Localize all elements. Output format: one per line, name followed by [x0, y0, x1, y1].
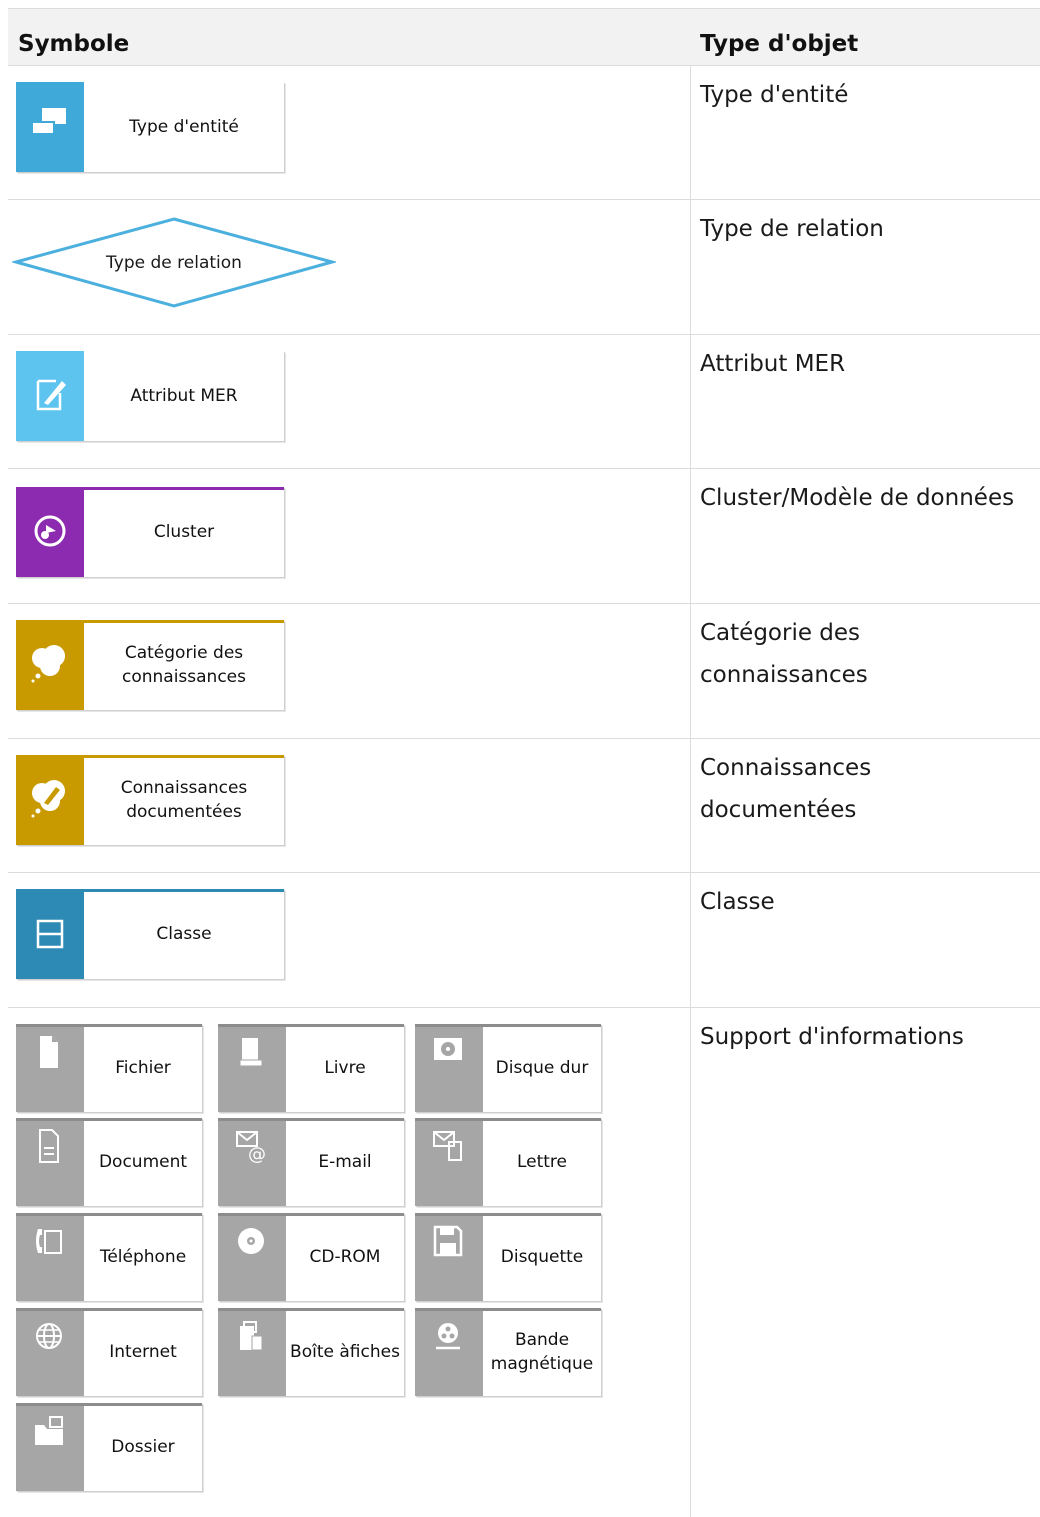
- globe-icon: [36, 1323, 62, 1349]
- table-row: Type de relation Type de relation: [8, 200, 1040, 335]
- attribute-pen-icon: [36, 379, 66, 411]
- email-icon: @: [236, 1131, 266, 1164]
- documented-knowledge-symbol: Connaissances documentées: [16, 755, 284, 845]
- object-type-knowledge-category: Catégorie des connaissances: [700, 620, 868, 688]
- table-row: Attribut MER Attribut MER: [8, 335, 1040, 469]
- information-carrier-symbol: Dossier: [16, 1403, 202, 1491]
- knowledge-category-label: Catégorie des connaissances: [121, 643, 246, 687]
- documented-knowledge-label: Connaissances documentées: [120, 778, 248, 822]
- file-icon: [40, 1036, 58, 1068]
- information-carrier-label: Disque dur: [495, 1058, 589, 1078]
- table-row: Cluster Cluster/Modèle de données: [8, 469, 1040, 604]
- telephone-icon: [36, 1229, 62, 1254]
- information-carrier-symbol: Bande magnétique: [415, 1308, 601, 1396]
- cluster-symbol: Cluster: [16, 487, 284, 577]
- class-symbol: Classe: [16, 889, 284, 979]
- information-carrier-symbol: CD-ROM: [218, 1213, 404, 1301]
- table-row: Classe Classe: [8, 873, 1040, 1008]
- information-carrier-symbol: Téléphone: [16, 1213, 202, 1301]
- cd-rom-icon: [238, 1228, 264, 1254]
- information-carrier-label: Téléphone: [99, 1247, 187, 1267]
- header-symbol: Symbole: [18, 31, 130, 57]
- er-attribute-symbol: Attribut MER: [16, 351, 284, 441]
- object-type-attribute: Attribut MER: [700, 351, 846, 377]
- relation-type-label: Type de relation: [106, 253, 242, 273]
- information-carrier-label: E-mail: [318, 1152, 372, 1172]
- information-carrier-label: Lettre: [516, 1152, 568, 1172]
- information-carrier-label: Disquette: [500, 1247, 584, 1267]
- information-carrier-symbol: @ E-mail: [218, 1118, 404, 1206]
- information-carrier-label: Fichier: [115, 1058, 171, 1078]
- information-carrier-label: Dossier: [111, 1437, 175, 1457]
- information-carrier-symbol: Fichier: [16, 1024, 202, 1112]
- table-row: Connaissances documentées Connaissances …: [8, 739, 1040, 873]
- information-carrier-label: Bande magnétique: [490, 1330, 594, 1374]
- column-divider: [690, 66, 691, 1517]
- floppy-disk-icon: [433, 1225, 463, 1257]
- knowledge-cloud-icon: [31, 645, 65, 683]
- hard-disk-icon: [434, 1038, 462, 1060]
- information-carrier-symbol: Internet: [16, 1308, 202, 1396]
- class-label: Classe: [156, 924, 212, 944]
- er-attribute-label: Attribut MER: [130, 386, 238, 406]
- table-row: Fichier Livre Disque dur Document @ E-mail Let…: [8, 1008, 1040, 1509]
- information-carrier-symbol: Livre: [218, 1024, 404, 1112]
- information-carrier-label: Livre: [324, 1058, 366, 1078]
- object-type-relation: Type de relation: [700, 216, 884, 242]
- folder-icon: [35, 1416, 63, 1445]
- information-carrier-label: Boîte àfiches: [290, 1342, 400, 1362]
- information-carrier-symbol: Disque dur: [415, 1024, 601, 1112]
- information-carrier-symbol: Disquette: [415, 1213, 601, 1301]
- object-type-information-carrier: Support d'informations: [700, 1024, 964, 1050]
- entity-type-label: Type d'entité: [129, 117, 239, 137]
- document-icon: [39, 1129, 59, 1163]
- entity-type-icon: [31, 108, 66, 135]
- information-carrier-label: Internet: [109, 1342, 177, 1362]
- svg-text:@: @: [248, 1144, 266, 1164]
- card-box-icon: [240, 1321, 263, 1351]
- object-type-documented-knowledge: Connaissances documentées: [700, 755, 872, 823]
- table-row: Catégorie des connaissances Catégorie de…: [8, 604, 1040, 739]
- object-type-class: Classe: [700, 889, 775, 915]
- knowledge-category-symbol: Catégorie des connaissances: [16, 620, 284, 710]
- cluster-icon: [34, 515, 66, 547]
- letter-icon: [433, 1131, 462, 1161]
- information-carrier-label: CD-ROM: [309, 1247, 381, 1267]
- object-type-cluster: Cluster/Modèle de données: [700, 485, 1015, 511]
- magnetic-tape-icon: [436, 1323, 460, 1350]
- documented-knowledge-icon: [31, 780, 65, 818]
- cluster-label: Cluster: [153, 522, 215, 542]
- object-type-entity: Type d'entité: [700, 82, 849, 108]
- information-carrier-symbol: Lettre: [415, 1118, 601, 1206]
- table-row: Type d'entité Type d'entité: [8, 66, 1040, 200]
- information-carrier-symbol: Boîte àfiches: [218, 1308, 404, 1396]
- header-object-type: Type d'objet: [700, 31, 859, 57]
- table-header: Symbole Type d'objet: [8, 8, 1040, 66]
- information-carrier-label: Document: [98, 1152, 188, 1172]
- information-carrier-symbol: Document: [16, 1118, 202, 1206]
- book-icon: [239, 1038, 263, 1067]
- class-icon: [36, 919, 64, 949]
- entity-type-symbol: Type d'entité: [16, 82, 284, 172]
